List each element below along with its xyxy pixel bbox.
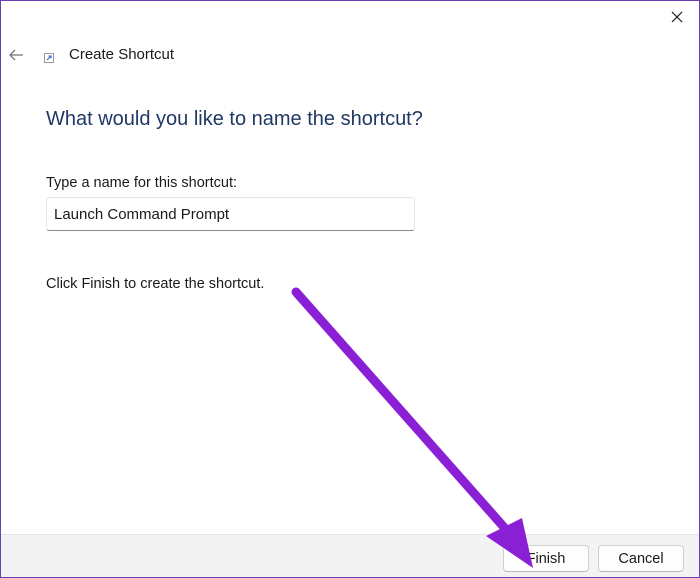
cancel-button[interactable]: Cancel (598, 545, 684, 572)
create-shortcut-dialog: Create Shortcut What would you like to n… (0, 0, 700, 578)
finish-button[interactable]: Finish (503, 545, 589, 572)
shortcut-icon (44, 53, 54, 63)
back-arrow-icon (9, 49, 23, 61)
page-heading: What would you like to name the shortcut… (46, 108, 423, 130)
close-button[interactable] (655, 1, 699, 33)
dialog-footer: Finish Cancel (1, 534, 699, 577)
finish-hint-text: Click Finish to create the shortcut. (46, 276, 265, 292)
dialog-title: Create Shortcut (69, 46, 175, 63)
shortcut-name-label: Type a name for this shortcut: (46, 175, 238, 191)
back-button[interactable] (1, 41, 31, 69)
shortcut-name-input[interactable] (46, 197, 415, 231)
close-icon (671, 11, 683, 23)
